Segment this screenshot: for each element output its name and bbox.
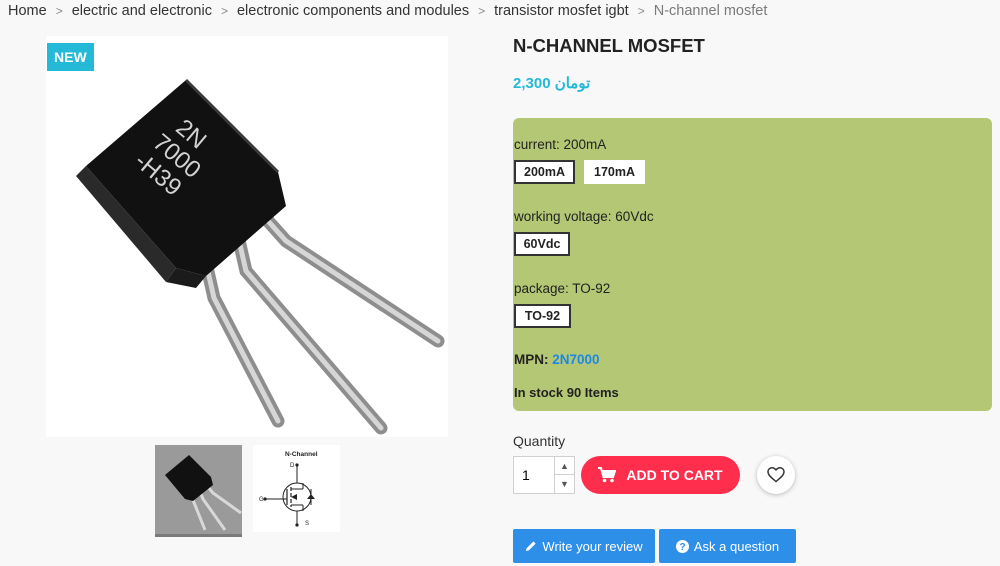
schematic-pin-g: G (259, 497, 264, 503)
mpn-value: 2N7000 (552, 352, 600, 367)
pencil-icon (526, 541, 537, 551)
mpn-label: MPN: (514, 352, 549, 367)
option-package-to92[interactable]: TO-92 (514, 304, 571, 328)
option-current-200ma[interactable]: 200mA (514, 160, 575, 184)
chevron-down-icon[interactable]: ▼ (554, 475, 574, 493)
product-title: N-CHANNEL MOSFET (513, 35, 705, 56)
breadcrumb-components-modules[interactable]: electronic components and modules (237, 3, 469, 19)
schematic-pin-s: S (305, 521, 309, 527)
product-price: 2,300 تومان (513, 75, 591, 92)
ask-question-button[interactable]: ? Ask a question (659, 529, 796, 563)
option-voltage-60vdc[interactable]: 60Vdc (514, 232, 570, 256)
ask-question-label: Ask a question (693, 538, 780, 554)
wishlist-button[interactable] (757, 456, 795, 494)
quantity-stepper: ▲ ▼ (513, 456, 575, 494)
mosfet-schematic-icon: N-Channel D G S (259, 451, 318, 527)
breadcrumb: Home > electric and electronic > electronic … (8, 3, 767, 19)
options-panel: current: 200mA 200mA 170mA working volta… (513, 118, 992, 411)
chevron-up-icon[interactable]: ▲ (554, 457, 574, 475)
write-review-button[interactable]: Write your review (513, 529, 655, 563)
add-to-cart-button[interactable]: ADD TO CART (581, 456, 740, 494)
option-current-label: current: 200mA (514, 137, 607, 152)
cart-icon (598, 467, 617, 483)
breadcrumb-separator: > (55, 4, 63, 18)
write-review-label: Write your review (542, 538, 643, 554)
breadcrumb-home[interactable]: Home (8, 3, 47, 19)
thumbnail-photo[interactable] (155, 445, 242, 537)
new-badge: NEW (47, 43, 94, 71)
breadcrumb-separator: > (220, 4, 228, 18)
thumbnail-schematic[interactable]: N-Channel D G S (253, 445, 340, 532)
svg-text:?: ? (679, 542, 685, 553)
quantity-label: Quantity (513, 433, 566, 449)
option-voltage-label: working voltage: 60Vdc (514, 209, 654, 224)
breadcrumb-transistor-mosfet-igbt[interactable]: transistor mosfet igbt (494, 3, 629, 19)
question-icon: ? (675, 539, 689, 553)
add-to-cart-label: ADD TO CART (626, 467, 723, 483)
schematic-title: N-Channel (285, 451, 318, 458)
schematic-pin-d: D (290, 463, 295, 469)
breadcrumb-separator: > (478, 4, 486, 18)
option-package-label: package: TO-92 (514, 281, 611, 296)
heart-icon (767, 467, 785, 483)
transistor-thumbnail-icon (165, 455, 242, 531)
option-current-170ma[interactable]: 170mA (584, 160, 645, 184)
breadcrumb-separator: > (637, 4, 645, 18)
stock-status: In stock 90 Items (514, 385, 619, 400)
mpn-row: MPN: 2N7000 (514, 352, 600, 367)
breadcrumb-current: N-channel mosfet (653, 3, 768, 19)
breadcrumb-electric-electronic[interactable]: electric and electronic (72, 3, 212, 19)
quantity-input[interactable] (514, 457, 554, 493)
chip-marking: 2N 7000 -H39 (129, 114, 211, 202)
product-main-image[interactable]: 2N 7000 -H39 (46, 36, 448, 437)
